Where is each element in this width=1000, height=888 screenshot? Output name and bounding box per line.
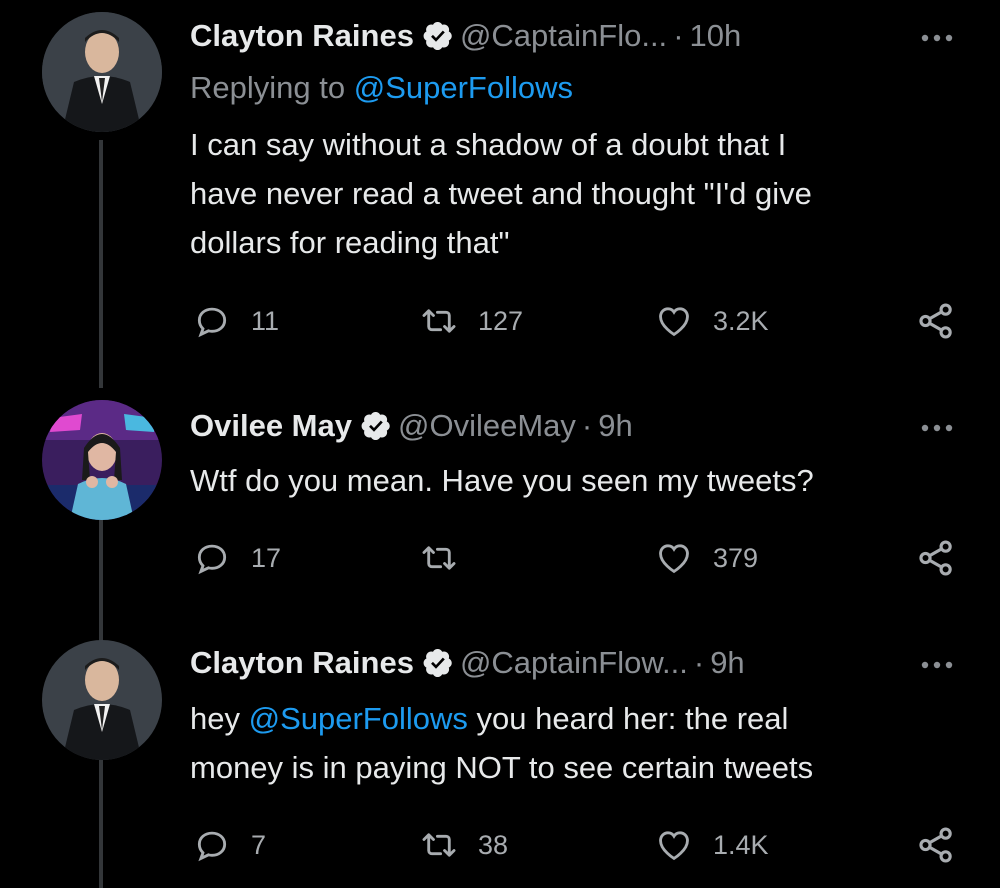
reply-count: 17 [251, 542, 282, 573]
like-count: 1.4K [713, 829, 769, 860]
retweet-button[interactable]: 38 [420, 826, 508, 864]
retweet-arrows-icon [422, 833, 456, 857]
tweet-clayton-raines-1[interactable]: Clayton Raines @CaptainFlo... · 10h Repl… [0, 0, 1000, 390]
text-segment: hey [190, 701, 249, 736]
like-button[interactable]: 1.4K [655, 826, 769, 864]
like-count: 379 [713, 542, 759, 573]
replying-to-label: Replying to [190, 70, 354, 105]
share-nodes-icon[interactable] [915, 300, 957, 342]
like-button[interactable]: 3.2K [655, 302, 769, 340]
reply-button[interactable]: 17 [193, 539, 281, 577]
more-dots-icon[interactable] [917, 28, 957, 48]
mention-link[interactable]: @SuperFollows [249, 701, 468, 736]
timestamp[interactable]: 10h [690, 18, 742, 54]
author-handle[interactable]: @OvileeMay [398, 408, 576, 444]
separator-dot: · [693, 645, 705, 680]
author-name[interactable]: Ovilee May [190, 408, 352, 444]
tweet-text-line: money is in paying NOT to see certain tw… [190, 750, 814, 785]
separator-dot: · [673, 18, 684, 53]
avatar[interactable] [42, 400, 162, 520]
retweet-button[interactable] [420, 539, 478, 577]
tweet-text: Wtf do you mean. Have you seen my tweets… [190, 456, 960, 505]
tweet-text-line: hey @SuperFollows you heard her: the rea… [190, 694, 960, 743]
tweet-text: I can say without a shadow of a doubt th… [190, 120, 960, 267]
author-name[interactable]: Clayton Raines [190, 645, 414, 681]
like-count: 3.2K [713, 305, 769, 336]
like-button[interactable]: 379 [655, 539, 758, 577]
tweet-text-line: dollars for reading that" [190, 225, 510, 260]
retweet-arrows-icon [422, 309, 456, 333]
retweet-count: 127 [478, 305, 524, 336]
replying-to: Replying to @SuperFollows [190, 70, 573, 106]
heart-icon [659, 831, 689, 861]
retweet-arrows-icon [422, 546, 456, 570]
verified-badge-icon [423, 649, 452, 677]
tweet-text-line: I can say without a shadow of a doubt th… [190, 127, 787, 162]
more-dots-icon[interactable] [917, 655, 957, 675]
reply-count: 7 [251, 829, 267, 860]
share-nodes-icon[interactable] [915, 537, 957, 579]
reply-bubble-icon [197, 831, 227, 862]
avatar[interactable] [42, 12, 162, 132]
heart-icon [659, 307, 689, 337]
verified-badge-icon [423, 22, 452, 50]
reply-button[interactable]: 7 [193, 826, 266, 864]
share-nodes-icon[interactable] [915, 824, 957, 866]
reply-bubble-icon [197, 307, 227, 338]
retweet-button[interactable]: 127 [420, 302, 523, 340]
tweet-text-line: Wtf do you mean. Have you seen my tweets… [190, 463, 814, 498]
more-dots-icon[interactable] [917, 418, 957, 438]
reply-button[interactable]: 11 [193, 302, 279, 340]
mention-link[interactable]: @SuperFollows [354, 70, 573, 105]
text-segment: you heard her: the real [467, 701, 789, 736]
author-handle[interactable]: @CaptainFlow... [460, 645, 688, 681]
timestamp[interactable]: 9h [710, 645, 744, 681]
verified-badge-icon [361, 412, 390, 440]
reply-count: 11 [251, 305, 280, 336]
timestamp[interactable]: 9h [598, 408, 632, 444]
retweet-count: 38 [478, 829, 509, 860]
separator-dot: · [581, 408, 593, 443]
heart-icon [659, 544, 689, 574]
tweet-text: hey @SuperFollows you heard her: the rea… [190, 694, 960, 792]
tweet-ovilee-may[interactable]: Ovilee May @OvileeMay · 9h Wtf do you me… [0, 390, 1000, 640]
tweet-text-line: have never read a tweet and thought "I'd… [190, 176, 812, 211]
author-handle[interactable]: @CaptainFlo... [460, 18, 667, 54]
avatar[interactable] [42, 640, 162, 760]
reply-bubble-icon [197, 544, 227, 575]
author-name[interactable]: Clayton Raines [190, 18, 414, 54]
tweet-clayton-raines-2[interactable]: Clayton Raines @CaptainFlow... · 9h hey … [0, 640, 1000, 888]
